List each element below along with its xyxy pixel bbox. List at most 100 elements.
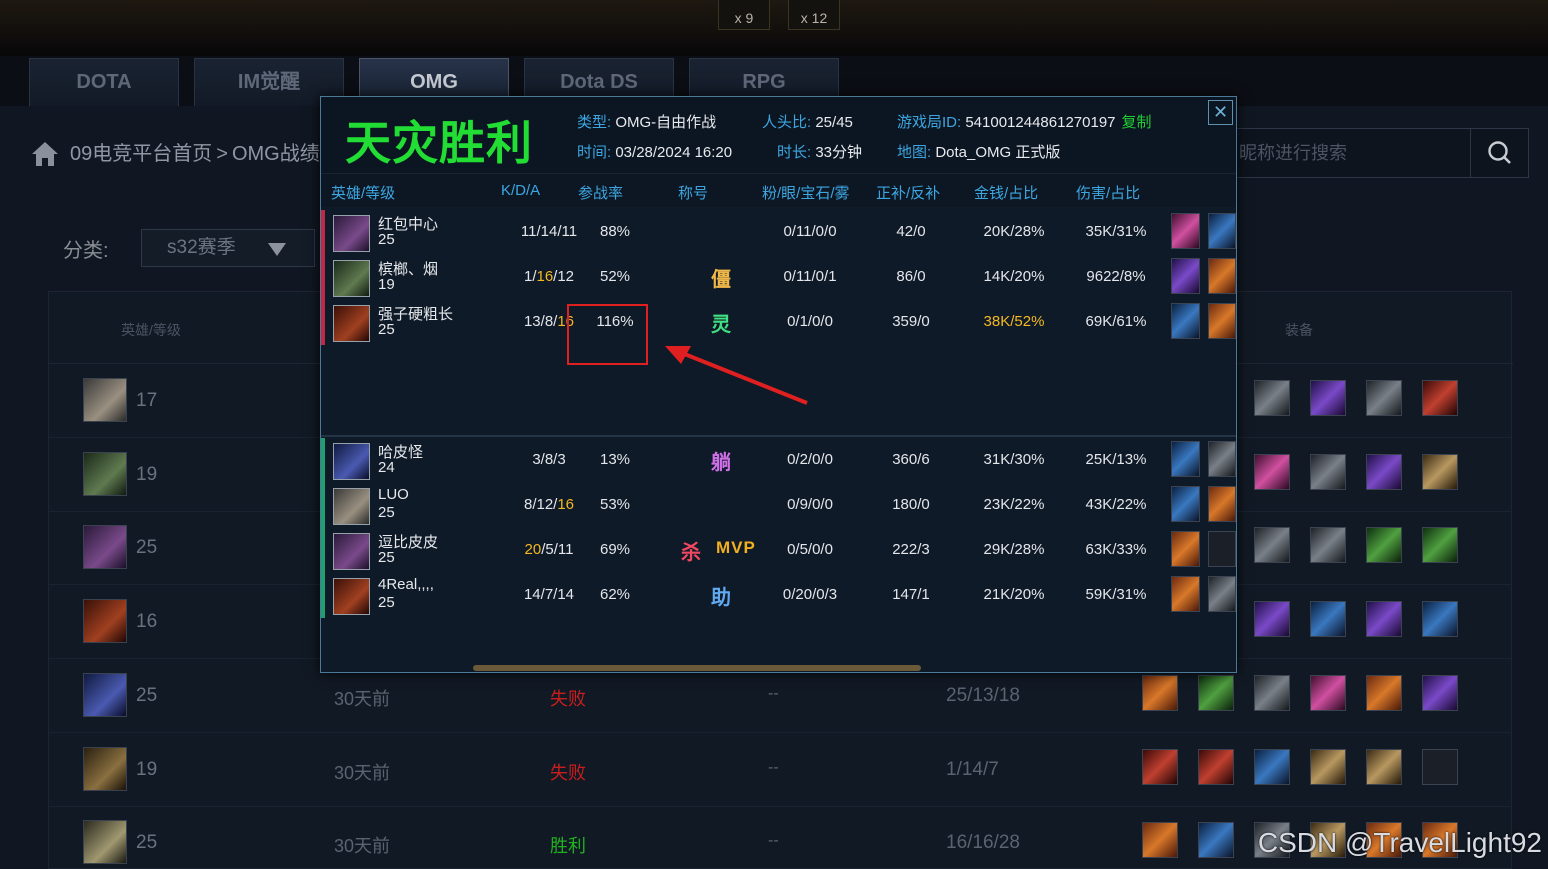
item-icon[interactable] [1422,748,1458,785]
annotation-arrow-icon [665,346,808,405]
assists: 11 [561,223,578,240]
hero-portrait [83,672,127,717]
team-color-bar [321,210,325,255]
item-icon[interactable] [1207,258,1236,294]
item-icon[interactable] [1198,674,1234,711]
hero-portrait [83,525,127,570]
item-icon[interactable] [1366,527,1402,564]
item-icon[interactable] [1310,453,1346,490]
match-row[interactable]: 19 30天前 失败 -- 1/14/7 [48,733,1512,807]
match-detail-dialog: 天灾胜利 类型: OMG-自由作战 人头比: 25/45 游戏局ID: 5410… [320,96,1237,673]
item-icon[interactable] [1422,674,1458,711]
item-icon[interactable] [1366,601,1402,638]
hero-portrait[interactable] [333,443,370,480]
item-icon[interactable] [1198,822,1234,859]
item-icon[interactable] [1254,380,1290,416]
season-select[interactable]: s32赛季 [141,229,315,267]
player-row[interactable]: 4Real,,,, 25 14/7/14 62% 助 0/20/0/3 147/1 21K/2… [321,573,1236,618]
tab-dota[interactable]: DOTA [29,58,179,106]
item-icon[interactable] [1207,213,1236,249]
close-icon[interactable]: ✕ [1208,100,1233,125]
item-icon[interactable] [1171,303,1200,339]
item-icon[interactable] [1142,674,1178,711]
item-icon[interactable] [1171,213,1200,249]
search-box[interactable]: 昵称进行搜索 [1218,128,1529,178]
search-input[interactable]: 昵称进行搜索 [1239,129,1347,177]
search-button[interactable] [1470,129,1528,177]
hero-portrait[interactable] [333,578,370,615]
deaths: 8 [544,313,554,330]
hero-portrait[interactable] [333,533,370,570]
player-row[interactable]: 槟榔、烟 19 1/16/12 52% 僵 0/11/0/1 86/0 14K/20% 9622… [321,255,1236,300]
match-time: 30天前 [334,836,391,857]
item-icon[interactable] [1310,674,1346,711]
item-icon[interactable] [1142,822,1178,859]
item-icon[interactable] [1310,748,1346,785]
wards-count: 0/1/0/0 [787,313,833,330]
col-wards: 粉/眼/宝石/雾 [762,185,850,202]
hero-portrait [83,451,127,496]
gold-share: 21K/20% [983,586,1045,603]
item-icon[interactable] [1254,453,1290,490]
item-icon[interactable] [1422,453,1458,490]
copy-id-button[interactable]: 复制 [1122,114,1152,131]
item-icon[interactable] [1142,748,1178,785]
team-color-bar [321,573,325,618]
item-icon[interactable] [1366,748,1402,785]
hero-level: 25 [136,832,158,854]
hero-portrait[interactable] [333,260,370,297]
wards-count: 0/2/0/0 [787,451,833,468]
gold-share: 20K/28% [983,223,1045,240]
item-icon[interactable] [1310,380,1346,416]
player-row[interactable]: LUO 25 8/12/16 53% 0/9/0/0 180/0 23K/22% 43K/22… [321,483,1236,528]
item-icon[interactable] [1198,748,1234,785]
item-icon[interactable] [1254,674,1290,711]
horizontal-scrollbar[interactable] [473,665,921,671]
item-icon[interactable] [1310,601,1346,638]
damage-share: 35K/31% [1085,223,1147,240]
item-icon[interactable] [1366,380,1402,416]
col-last-hits: 正补/反补 [876,185,941,202]
home-icon[interactable] [30,140,60,168]
item-icon[interactable] [1254,748,1290,785]
item-icon[interactable] [1207,441,1236,477]
top-bar: x 9 x 12 [0,0,1548,56]
item-icon[interactable] [1366,453,1402,490]
participation-rate: 52% [599,268,631,285]
player-row[interactable]: 哈皮怪 24 3/8/3 13% 躺 0/2/0/0 360/6 31K/30% 25K/13% [321,438,1236,483]
filter-label: 分类: [63,240,109,262]
item-icon[interactable] [1171,258,1200,294]
hero-portrait[interactable] [333,215,370,252]
item-icon[interactable] [1207,531,1236,567]
player-row[interactable]: 红包中心 25 11/14/11 88% 0/11/0/0 42/0 20K/28% 35K/… [321,210,1236,255]
player-row[interactable]: 逗比皮皮 25 20/5/11 69% 杀 MVP 0/5/0/0 222/3 29K/28% 6… [321,528,1236,573]
item-list [1254,601,1458,638]
breadcrumb-home-link[interactable]: 09电竞平台首页 [70,136,212,172]
player-name[interactable]: 4Real,,,, [378,576,434,593]
watermark: CSDN @TravelLight92 [1257,827,1542,858]
item-icon[interactable] [1171,531,1200,567]
item-icon[interactable] [1171,441,1200,477]
item-icon[interactable] [1310,527,1346,564]
hero-portrait[interactable] [333,488,370,525]
item-icon[interactable] [1207,303,1236,339]
breadcrumb: 09电竞平台首页 > OMG战绩 [30,136,320,172]
hero-portrait[interactable] [333,305,370,342]
item-list [1254,380,1458,416]
item-icon[interactable] [1422,527,1458,564]
item-icon[interactable] [1254,527,1290,564]
item-icon[interactable] [1207,486,1236,522]
item-icon[interactable] [1422,601,1458,638]
breadcrumb-current: OMG战绩 [231,143,320,165]
match-mode: -- [768,684,779,702]
item-icon[interactable] [1422,380,1458,416]
kills: 11 [520,223,537,240]
item-list [1142,748,1458,785]
item-icon[interactable] [1171,576,1200,612]
player-name[interactable]: LUO [378,486,409,503]
header-hero-level: 英雄/等级 [121,322,181,338]
item-icon[interactable] [1254,601,1290,638]
item-icon[interactable] [1366,674,1402,711]
item-icon[interactable] [1207,576,1236,612]
item-icon[interactable] [1171,486,1200,522]
